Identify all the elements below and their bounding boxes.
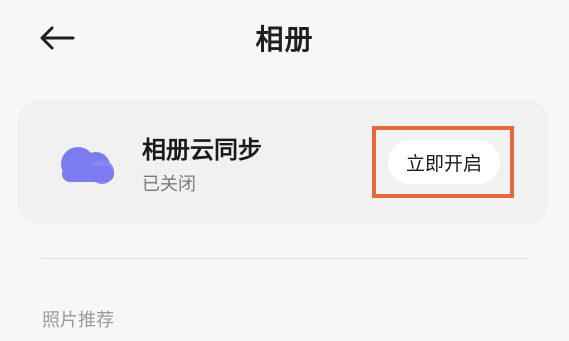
cloud-sync-status: 已关闭	[142, 174, 196, 195]
enable-now-button[interactable]: 立即开启	[388, 140, 500, 184]
page-title: 相册	[255, 23, 314, 56]
top-bar: 相册	[0, 0, 569, 80]
photo-recommend-section-label: 照片推荐	[42, 310, 114, 331]
cloud-sync-card: 相册云同步 已关闭 立即开启	[18, 100, 548, 224]
album-settings-screen: 相册 相册云同步 已关闭 立即开启 照片推荐	[0, 0, 569, 341]
cloud-sync-title: 相册云同步	[142, 136, 262, 164]
cloud-icon	[61, 147, 114, 184]
divider	[42, 258, 528, 259]
